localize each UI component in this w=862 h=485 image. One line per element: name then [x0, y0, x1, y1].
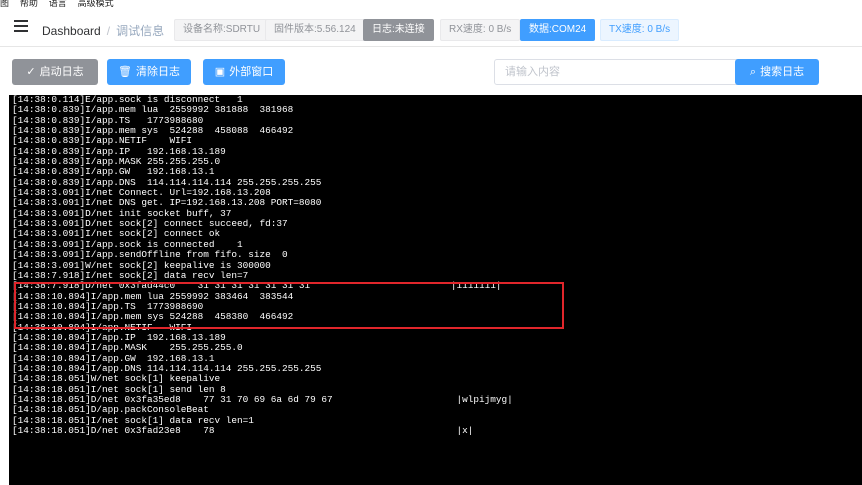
toolbar: ✓启动日志 🗑︎清除日志 ▣外部窗口 ⌕搜索日志: [0, 47, 862, 95]
log-line: [14:38:3.091]I/app.sendOffline from fifo…: [12, 249, 288, 261]
start-log-button[interactable]: ✓ 启动日志: [12, 59, 98, 85]
search-log-label: 搜索日志: [760, 66, 805, 78]
breadcrumb-current: 调试信息: [116, 24, 165, 38]
breadcrumb-root[interactable]: Dashboard: [42, 24, 101, 38]
menu-item-view[interactable]: 图: [0, 0, 9, 9]
menu-item-language[interactable]: 语言: [49, 0, 67, 9]
menu-item-help[interactable]: 帮助: [20, 0, 38, 9]
breadcrumb-separator: /: [106, 24, 111, 38]
firmware-version-tag: 固件版本:5.56.124: [265, 19, 365, 41]
check-icon: ✓: [26, 66, 36, 78]
log-text: [14:38:0.114]E/app.sock is disconnect 1[…: [9, 95, 862, 436]
search-log-button[interactable]: ⌕ 搜索日志: [735, 59, 819, 85]
log-line: [14:38:7.918]D/net 0x3fad44c0 31 31 31 3…: [12, 280, 502, 292]
start-log-label: 启动日志: [39, 66, 84, 78]
device-name-tag: 设备名称:SDRTU: [174, 19, 270, 41]
external-window-label: 外部窗口: [229, 66, 274, 78]
menu-item-advanced[interactable]: 高级模式: [78, 0, 114, 9]
log-console[interactable]: [14:38:0.114]E/app.sock is disconnect 1[…: [9, 95, 862, 485]
breadcrumb: Dashboard / 调试信息: [42, 22, 164, 39]
tx-speed-tag: TX速度: 0 B/s: [600, 19, 680, 41]
data-port-tag: 数据:COM24: [520, 19, 596, 41]
log-line: [14:38:18.051]D/net 0x3fad23e8 78 |x|: [12, 425, 474, 436]
clear-log-button[interactable]: 🗑︎ 清除日志: [107, 59, 191, 85]
trash-icon: 🗑︎: [118, 66, 132, 78]
external-window-button[interactable]: ▣ 外部窗口: [203, 59, 285, 85]
clear-log-label: 清除日志: [135, 66, 180, 78]
window-icon: ▣: [214, 66, 226, 78]
rx-speed-tag: RX速度: 0 B/s: [440, 19, 521, 41]
search-input[interactable]: [494, 59, 748, 85]
navbar: Dashboard / 调试信息 设备名称:SDRTU 固件版本:5.56.124 …: [0, 10, 862, 47]
log-line: [14:38:10.894]I/app.mem sys 524288 45838…: [12, 311, 294, 323]
search-icon: ⌕: [749, 66, 757, 78]
log-status-tag: 日志:未连接: [363, 19, 434, 41]
hamburger-icon[interactable]: [14, 20, 28, 34]
menu-bar: 图 帮助 语言 高级模式: [0, 0, 862, 10]
